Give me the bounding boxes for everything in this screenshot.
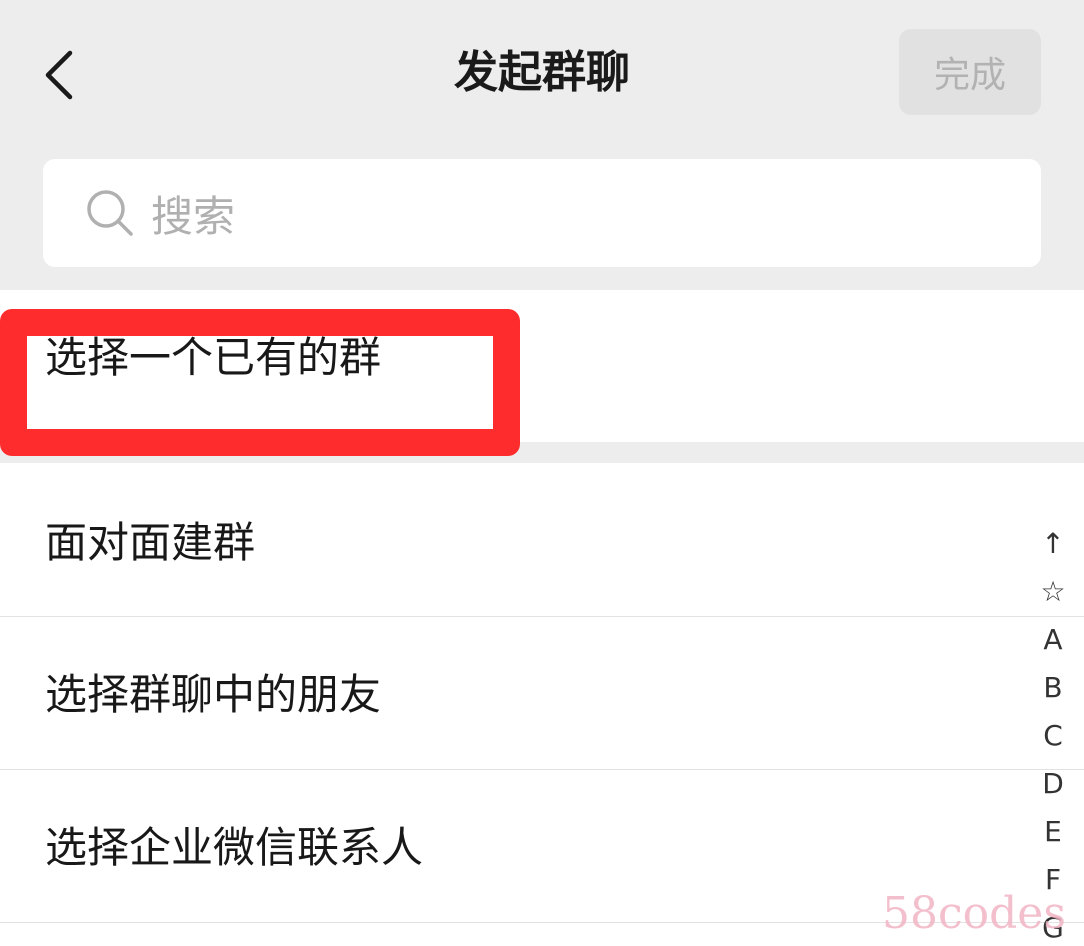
index-c[interactable]: C — [1028, 712, 1078, 760]
option-select-from-group-chat[interactable]: 选择群聊中的朋友 — [0, 617, 1084, 769]
option-label: 选择一个已有的群 — [45, 333, 382, 382]
index-d[interactable]: D — [1028, 760, 1078, 808]
option-face-to-face-group[interactable]: 面对面建群 — [0, 463, 1084, 616]
index-b[interactable]: B — [1028, 664, 1078, 712]
index-e[interactable]: E — [1028, 808, 1078, 856]
watermark: 58codes — [882, 888, 1066, 939]
index-star[interactable]: ☆ — [1028, 568, 1078, 616]
option-label: 面对面建群 — [45, 518, 256, 567]
search-placeholder: 搜索 — [151, 191, 236, 241]
index-a[interactable]: A — [1028, 616, 1078, 664]
start-group-chat-screen: 发起群聊 完成 搜索 选择一个已有的群 面对面建群 选择群聊中的朋友 选择企业微… — [0, 0, 1084, 946]
alphabet-index-bar[interactable]: ↑ ☆ A B C D E F G — [1028, 520, 1078, 946]
option-label: 选择企业微信联系人 — [45, 823, 424, 872]
done-button[interactable]: 完成 — [899, 29, 1041, 115]
search-icon — [87, 190, 133, 236]
search-input[interactable]: 搜索 — [43, 159, 1041, 267]
header: 发起群聊 完成 搜索 — [0, 0, 1084, 290]
index-top[interactable]: ↑ — [1028, 520, 1078, 568]
option-select-existing-group[interactable]: 选择一个已有的群 — [0, 290, 1084, 442]
option-label: 选择群聊中的朋友 — [45, 670, 382, 719]
